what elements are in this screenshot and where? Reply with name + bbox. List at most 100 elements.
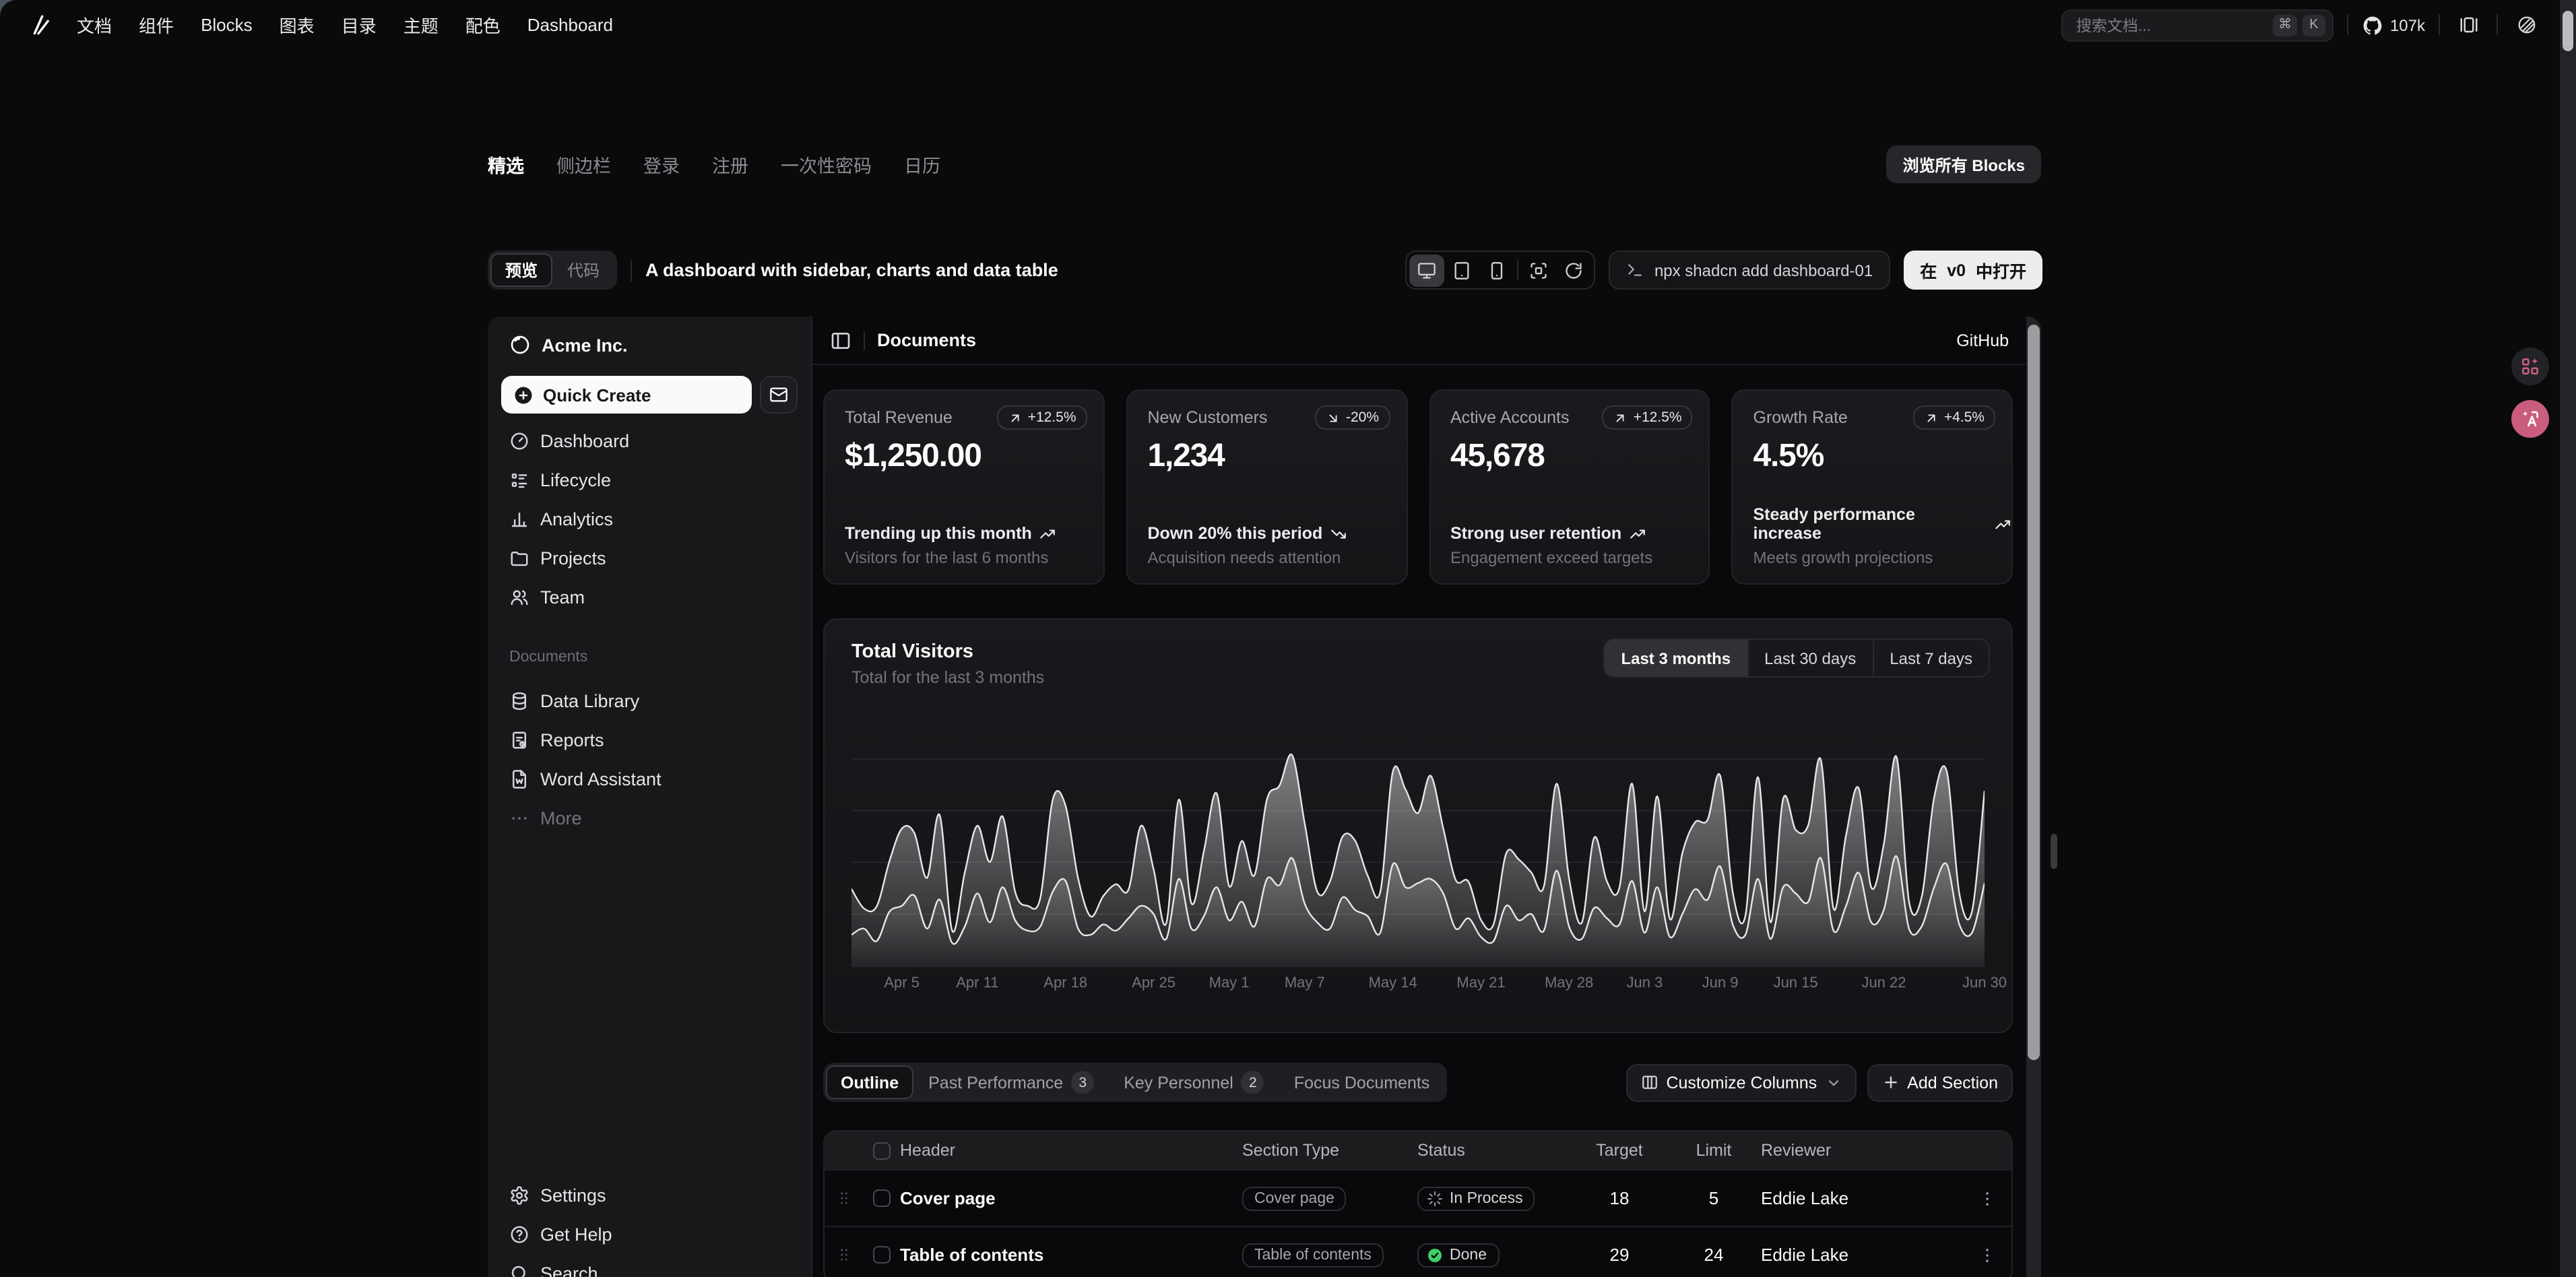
cell-status: Done — [1417, 1243, 1572, 1267]
cell-limit[interactable]: 5 — [1667, 1188, 1761, 1208]
sidebar-item-reports[interactable]: Reports — [501, 721, 798, 760]
top-nav-link-组件[interactable]: 组件 — [139, 12, 174, 38]
sidebar-item-search[interactable]: Search — [501, 1254, 798, 1277]
top-nav-link-主题[interactable]: 主题 — [404, 12, 439, 38]
table-tab-outline[interactable]: Outline — [826, 1066, 913, 1099]
cell-target[interactable]: 29 — [1572, 1245, 1667, 1265]
view-mode-代码[interactable]: 代码 — [552, 253, 614, 287]
customize-columns-button[interactable]: Customize Columns — [1625, 1063, 1856, 1101]
sidebar-item-label: Team — [540, 587, 585, 608]
theme-toggle-button[interactable] — [2511, 10, 2541, 40]
range-last-30-days[interactable]: Last 30 days — [1747, 640, 1872, 676]
row-checkbox-cell — [862, 1246, 900, 1264]
table-tab-label: Key Personnel — [1124, 1073, 1233, 1092]
range-last-7-days[interactable]: Last 7 days — [1872, 640, 1989, 676]
browse-all-blocks-button[interactable]: 浏览所有 Blocks — [1887, 145, 2041, 183]
sidebar-item-data-library[interactable]: Data Library — [501, 682, 798, 721]
refresh-button[interactable] — [1556, 254, 1591, 286]
top-nav-link-图表[interactable]: 图表 — [280, 12, 315, 38]
app-root: 文档组件Blocks图表目录主题配色Dashboard 搜索文档... ⌘ K … — [0, 0, 2576, 1277]
preview-scrollbar-thumb[interactable] — [2028, 325, 2040, 1060]
top-nav-link-Blocks[interactable]: Blocks — [201, 15, 253, 35]
open-in-v0-button[interactable]: 在 v0 中打开 — [1904, 251, 2042, 290]
quick-create-label: Quick Create — [543, 385, 651, 405]
quick-create-button[interactable]: Quick Create — [501, 376, 752, 414]
sidebar-item-projects[interactable]: Projects — [501, 539, 798, 578]
v0-prefix: 在 — [1920, 257, 1937, 283]
extension-grid-button[interactable] — [2511, 348, 2549, 385]
gauge-icon — [509, 431, 529, 451]
tablet-view-button[interactable] — [1444, 254, 1479, 286]
table-tab-key-personnel[interactable]: Key Personnel2 — [1109, 1066, 1279, 1099]
stat-card-value: 4.5% — [1753, 438, 1992, 476]
cell-header[interactable]: Cover page — [900, 1188, 1242, 1208]
panel-left-icon[interactable] — [830, 329, 851, 351]
row-drag-handle[interactable] — [825, 1189, 862, 1207]
table-tab-focus-documents[interactable]: Focus Documents — [1279, 1066, 1444, 1099]
top-nav-link-Dashboard[interactable]: Dashboard — [527, 15, 613, 35]
block-tab-日历[interactable]: 日历 — [904, 151, 940, 178]
row-checkbox[interactable] — [872, 1246, 890, 1264]
divider — [631, 259, 632, 281]
org-switcher[interactable]: Acme Inc. — [501, 325, 798, 365]
fileW-icon — [509, 769, 529, 789]
row-checkbox[interactable] — [872, 1189, 890, 1207]
block-tab-精选[interactable]: 精选 — [488, 151, 524, 178]
x-tick: May 28 — [1545, 975, 1593, 991]
chart-x-axis: Apr 5Apr 11Apr 18Apr 25May 1May 7May 14M… — [851, 975, 1985, 997]
sidebar-item-analytics[interactable]: Analytics — [501, 500, 798, 539]
cell-section-type: Table of contents — [1242, 1243, 1417, 1267]
sidebar-item-more[interactable]: More — [501, 799, 798, 838]
top-nav-link-目录[interactable]: 目录 — [342, 12, 377, 38]
layout-toggle-button[interactable] — [2453, 10, 2483, 40]
top-nav-link-文档[interactable]: 文档 — [77, 12, 112, 38]
trend-badge-value: +4.5% — [1944, 410, 1985, 426]
trend-badge: +12.5% — [997, 405, 1087, 430]
mobile-view-button[interactable] — [1479, 254, 1514, 286]
cell-reviewer[interactable]: Eddie Lake — [1761, 1188, 1963, 1208]
sidebar-item-word-assistant[interactable]: Word Assistant — [501, 760, 798, 799]
row-menu-button[interactable] — [1963, 1189, 2011, 1208]
cell-limit[interactable]: 24 — [1667, 1245, 1761, 1265]
view-mode-预览[interactable]: 预览 — [490, 253, 552, 287]
sidebar-item-get-help[interactable]: Get Help — [501, 1215, 798, 1254]
tablet-icon — [1452, 261, 1471, 280]
visitors-chart-card: Total Visitors Total for the last 3 mont… — [823, 618, 2013, 1033]
sidebar-item-settings[interactable]: Settings — [501, 1176, 798, 1215]
shadcn-logo-icon[interactable] — [27, 13, 50, 36]
cell-header[interactable]: Table of contents — [900, 1245, 1242, 1265]
sidebar-item-dashboard[interactable]: Dashboard — [501, 422, 798, 461]
github-stars-link[interactable]: 107k — [2362, 14, 2425, 36]
fullscreen-button[interactable] — [1521, 254, 1556, 286]
desktop-view-button[interactable] — [1409, 254, 1444, 286]
inbox-button[interactable] — [760, 376, 798, 414]
page-scrollbar-thumb[interactable] — [2563, 11, 2573, 51]
block-tabs: 精选 侧边栏 登录 注册 一次性密码 日历 — [488, 151, 940, 178]
install-command[interactable]: npx shadcn add dashboard-01 — [1609, 251, 1890, 290]
cell-reviewer[interactable]: Eddie Lake — [1761, 1245, 1963, 1265]
block-tab-侧边栏[interactable]: 侧边栏 — [556, 151, 611, 178]
block-tab-登录[interactable]: 登录 — [643, 151, 680, 178]
github-link[interactable]: GitHub — [1956, 331, 2009, 350]
range-last-3-months[interactable]: Last 3 months — [1605, 640, 1747, 676]
block-tab-注册[interactable]: 注册 — [712, 151, 748, 178]
page-scrollbar-track[interactable] — [2560, 0, 2576, 1277]
extension-translate-button[interactable] — [2511, 400, 2549, 438]
top-nav-link-配色[interactable]: 配色 — [465, 12, 501, 38]
preview-scrollbar-track[interactable] — [2026, 317, 2041, 1277]
preview-resize-handle[interactable] — [2051, 834, 2057, 869]
row-drag-handle[interactable] — [825, 1246, 862, 1264]
top-nav: 文档组件Blocks图表目录主题配色Dashboard 搜索文档... ⌘ K … — [0, 0, 2560, 50]
cell-target[interactable]: 18 — [1572, 1188, 1667, 1208]
block-tab-一次性密码[interactable]: 一次性密码 — [781, 151, 872, 178]
select-all-checkbox[interactable] — [872, 1142, 890, 1159]
search-input[interactable]: 搜索文档... ⌘ K — [2061, 9, 2333, 41]
loader-icon — [1427, 1190, 1443, 1206]
sidebar-item-team[interactable]: Team — [501, 578, 798, 617]
stat-card-footline: Strong user retention — [1450, 524, 1652, 543]
add-section-button[interactable]: Add Section — [1867, 1063, 2013, 1101]
trend-up-icon — [1008, 410, 1023, 425]
sidebar-item-lifecycle[interactable]: Lifecycle — [501, 461, 798, 500]
row-menu-button[interactable] — [1963, 1245, 2011, 1264]
table-tab-past-performance[interactable]: Past Performance3 — [913, 1066, 1109, 1099]
